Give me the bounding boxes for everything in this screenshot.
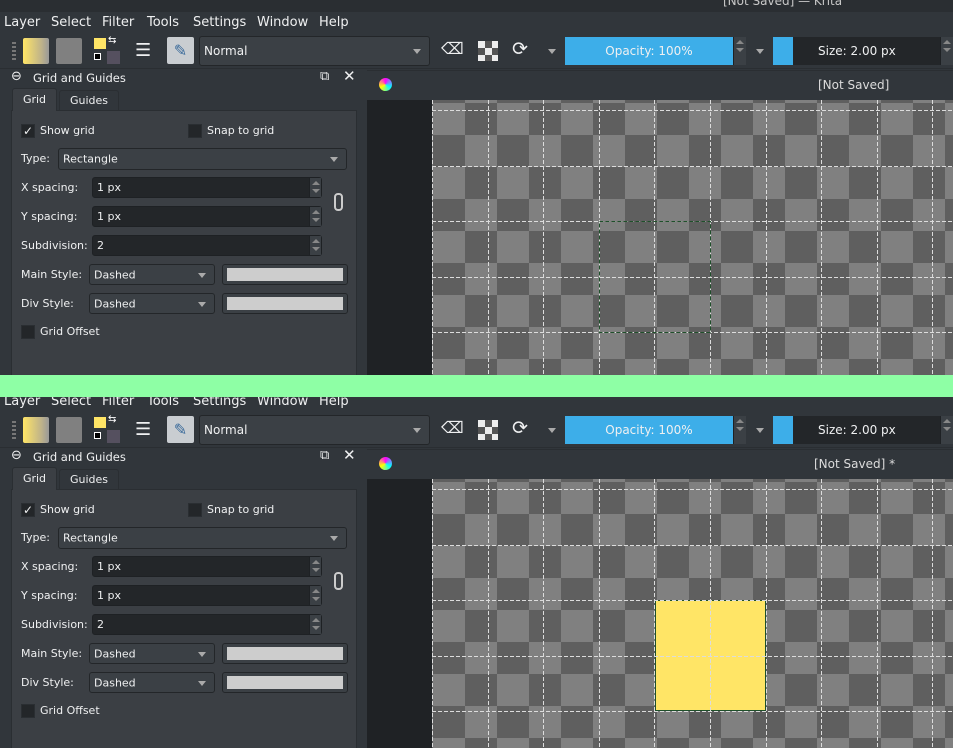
tab-grid-label: Grid — [22, 93, 47, 106]
screenshot-before: [Not Saved] — Krita Layer Select Filter … — [0, 0, 953, 375]
grid-overlay — [432, 100, 953, 375]
tab-grid[interactable]: Grid — [12, 88, 57, 111]
screenshot-after: Layer Select Filter Tools Settings Windo… — [0, 379, 953, 748]
grid-overlay — [432, 479, 953, 748]
tab-grid[interactable]: Grid — [12, 467, 57, 490]
divider-band — [0, 375, 953, 397]
tab-grid-label: Grid — [22, 472, 47, 485]
